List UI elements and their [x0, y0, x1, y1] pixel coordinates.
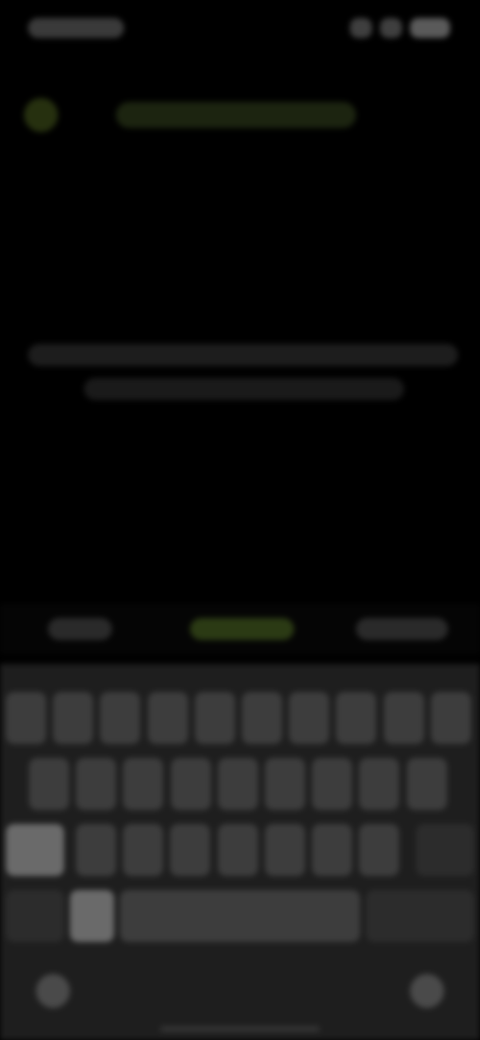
message-line-2 [84, 378, 404, 400]
home-indicator [160, 1026, 320, 1032]
backspace-key[interactable] [416, 824, 474, 876]
keyboard-key[interactable] [359, 758, 400, 810]
screen [0, 0, 480, 1040]
keyboard-key[interactable] [336, 692, 377, 744]
keyboard-key[interactable] [123, 758, 164, 810]
keyboard-key[interactable] [312, 758, 353, 810]
microphone-icon[interactable] [410, 974, 444, 1008]
keyboard-key[interactable] [359, 824, 400, 876]
keyboard-key[interactable] [430, 692, 471, 744]
keyboard-key[interactable] [406, 758, 447, 810]
suggestion-right[interactable] [356, 618, 448, 640]
keyboard-key[interactable] [123, 824, 164, 876]
keyboard-key[interactable] [265, 758, 305, 810]
suggestion-bar [0, 604, 480, 654]
globe-key[interactable] [70, 890, 114, 942]
keyboard-key[interactable] [383, 692, 424, 744]
emoji-icon[interactable] [36, 974, 70, 1008]
header [0, 82, 480, 148]
return-key[interactable] [366, 890, 474, 942]
keyboard-key[interactable] [100, 692, 141, 744]
numbers-key[interactable] [6, 890, 64, 942]
battery-icon [410, 18, 450, 38]
suggestion-middle[interactable] [190, 618, 294, 640]
keyboard-key[interactable] [242, 692, 282, 744]
keyboard-key[interactable] [147, 692, 188, 744]
back-icon[interactable] [24, 98, 58, 132]
shift-key[interactable] [6, 824, 64, 876]
wifi-icon [380, 18, 402, 38]
signal-icon [350, 18, 372, 38]
keyboard-key[interactable] [289, 692, 330, 744]
keyboard-key[interactable] [312, 824, 352, 876]
keyboard-key[interactable] [170, 824, 211, 876]
status-time [28, 18, 124, 38]
suggestion-left[interactable] [48, 618, 112, 640]
keyboard-key[interactable] [76, 758, 117, 810]
keyboard-key[interactable] [170, 758, 211, 810]
empty-state-message [28, 336, 458, 416]
status-icons [350, 18, 450, 38]
keyboard-key[interactable] [217, 758, 258, 810]
status-bar [0, 0, 480, 60]
keyboard-key[interactable] [53, 692, 94, 744]
space-key[interactable] [120, 890, 360, 942]
header-title [116, 102, 356, 128]
keyboard-key[interactable] [264, 824, 305, 876]
keyboard [0, 664, 480, 1040]
keyboard-key[interactable] [6, 692, 46, 744]
keyboard-key[interactable] [217, 824, 258, 876]
keyboard-key[interactable] [29, 758, 69, 810]
keyboard-key[interactable] [194, 692, 235, 744]
message-line-1 [28, 344, 458, 366]
keyboard-key[interactable] [76, 824, 116, 876]
